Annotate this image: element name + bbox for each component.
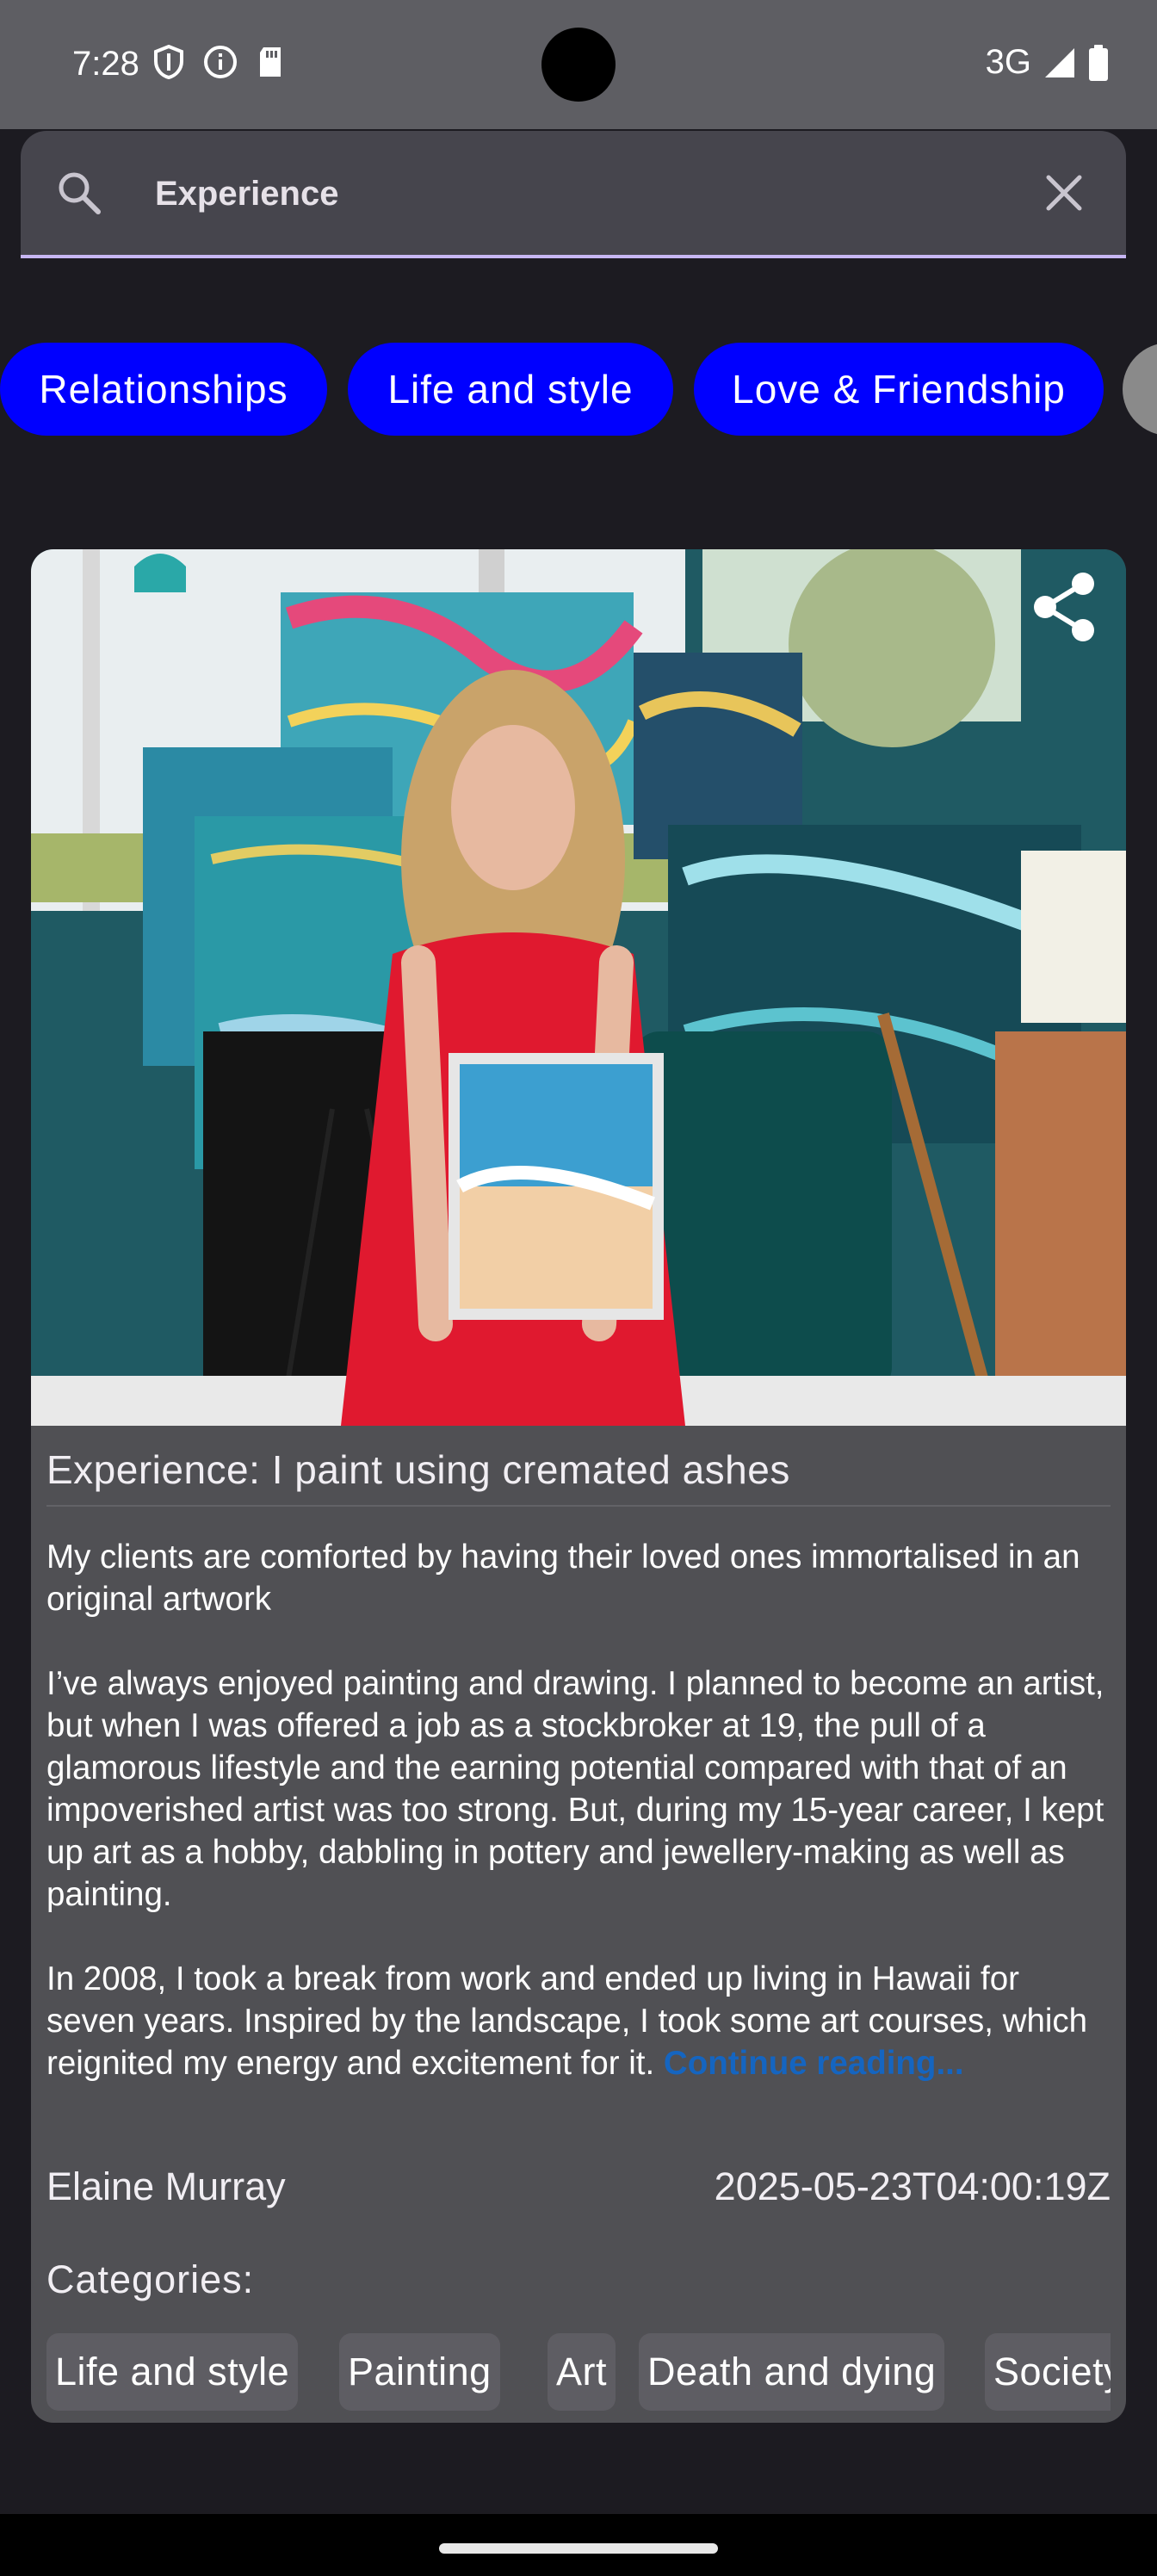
article-author: Elaine Murray [46, 2164, 286, 2208]
article-title: Experience: I paint using cremated ashes [46, 1447, 790, 1492]
category-chips: Life and style Painting Art Death and dy… [46, 2333, 1111, 2411]
divider [46, 1505, 1111, 1507]
category-chip[interactable]: Society [985, 2333, 1111, 2411]
chip-label: Life and style [387, 367, 634, 412]
category-chip[interactable]: Death and dying [639, 2333, 945, 2411]
article-image[interactable] [31, 549, 1126, 1426]
chip-love-friendship[interactable]: Love & Friendship [694, 343, 1104, 436]
category-chip[interactable]: Painting [339, 2333, 500, 2411]
chip-relationships[interactable]: Relationships [0, 343, 327, 436]
chip-more[interactable] [1123, 343, 1157, 436]
search-icon [59, 172, 101, 214]
article-card[interactable]: Experience: I paint using cremated ashes… [31, 549, 1126, 2423]
search-bar[interactable] [21, 131, 1126, 258]
continue-reading-link[interactable]: Continue reading... [664, 2045, 964, 2082]
status-icons-right: 3G [986, 43, 1109, 82]
home-gesture-handle[interactable] [439, 2543, 718, 2554]
chip-label: Relationships [39, 367, 288, 412]
navigation-bar [0, 2514, 1157, 2576]
article-paragraph: I’ve always enjoyed painting and drawing… [46, 1665, 1104, 1913]
article-date: 2025-05-23T04:00:19Z [714, 2164, 1111, 2208]
shield-icon [154, 45, 183, 79]
chip-label: Love & Friendship [732, 367, 1066, 412]
categories-label: Categories: [46, 2257, 255, 2301]
category-chip[interactable]: Art [548, 2333, 616, 2411]
filter-chips: Relationships Life and style Love & Frie… [0, 343, 1157, 436]
close-icon[interactable] [1043, 172, 1085, 214]
battery-icon [1089, 44, 1108, 81]
category-chip[interactable]: Life and style [46, 2333, 299, 2411]
status-bar: 7:28 3G [0, 0, 1157, 129]
chip-life-and-style[interactable]: Life and style [348, 343, 673, 436]
status-icons-left [153, 45, 284, 79]
camera-cutout [541, 28, 616, 102]
article-photo [31, 549, 1126, 1426]
status-time: 7:28 [72, 45, 139, 83]
signal-icon [1045, 47, 1074, 77]
article-paragraph-last: In 2008, I took a break from work and en… [46, 1958, 1111, 2084]
share-icon[interactable] [1028, 570, 1102, 644]
sd-card-icon [260, 47, 281, 77]
article-standfirst: My clients are comforted by having their… [46, 1539, 1080, 1618]
info-icon [204, 46, 237, 78]
article-body: My clients are comforted by having their… [46, 1536, 1111, 2084]
network-type: 3G [985, 43, 1031, 81]
search-input[interactable] [153, 162, 1018, 226]
